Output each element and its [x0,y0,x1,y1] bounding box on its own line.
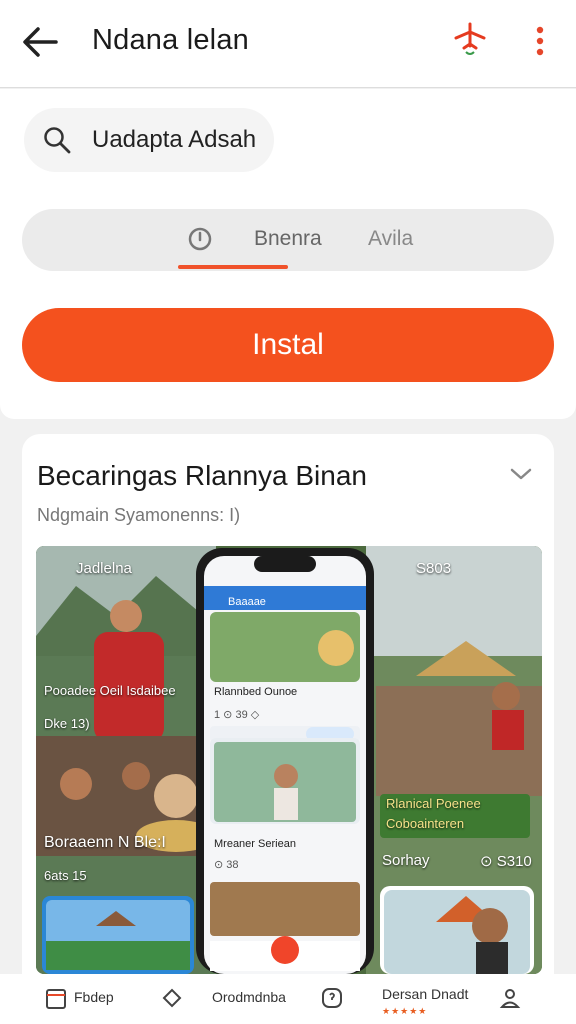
gallery-right-caption-1: Rlanical Poenee [386,796,481,811]
nav-label-dersan-dnadt[interactable]: Dersan Dnadt [382,986,468,1002]
gallery-right-caption-2: Coboainteren [386,816,465,831]
active-tab-indicator [178,265,288,269]
gallery-caption-2: Dke 13) [44,716,90,731]
segment-tabs: Bnenra Avila [22,209,554,271]
search-icon [44,127,71,154]
gallery-illustration [36,546,542,974]
phone-item-1-meta: 1 ⊙ 39 ◇ [214,709,260,721]
search-field[interactable]: Uadapta Adsah [24,108,274,172]
card-title: Becaringas Rlannya Binan [37,460,367,491]
tab-bnenra[interactable]: Bnenra [254,227,322,251]
plane-icon[interactable] [452,20,488,60]
phone-header-label: Baaaae [228,596,266,608]
more-vertical-icon[interactable] [526,22,554,62]
screenshot-gallery[interactable]: Jadlelna Pooadee Oeil Isdaibee Dke 13) B… [36,546,542,974]
gallery-caption-3: Boraaenn N Ble:I [44,834,166,851]
tab-avila[interactable]: Avila [368,227,413,251]
bottom-navigation: Fbdep Orodmdnba Dersan Dnadt ★★★★★ [0,974,576,1024]
phone-item-1-title: Rlannbed Ounoe [214,686,298,698]
nav-label-fbdep[interactable]: Fbdep [74,989,114,1005]
phone-item-2-meta: ⊙ 38 [214,859,239,871]
person-icon[interactable] [498,986,522,1010]
gallery-profile-name: Jadlelna [76,560,132,577]
clock-icon [188,227,212,251]
card-subtitle: Ndgmain Syamonenns: I) [37,505,241,525]
phone-item-2-title: Mreaner Seriean [214,838,296,850]
tag-icon[interactable] [160,986,184,1010]
page-title: Ndana lelan [92,24,249,56]
chevron-down-icon[interactable] [508,464,534,484]
arrow-left-icon[interactable] [18,22,62,62]
gallery-caption-1: Pooadee Oeil Isdaibee [44,683,176,698]
calendar-icon[interactable] [44,986,68,1010]
nav-label-orodmdnba[interactable]: Orodmdnba [212,989,286,1005]
gallery-status-text: S803 [416,560,452,577]
gallery-caption-4: 6ats 15 [44,868,87,883]
gallery-right-caption-4: ⊙ S310 [480,853,532,870]
app-bar: Ndana lelan [0,0,576,88]
rating-stars: ★★★★★ [382,1006,428,1016]
gallery-right-caption-3: Sorhay [382,852,430,869]
search-input[interactable]: Uadapta Adsah [92,126,256,154]
circle-question-icon[interactable] [320,986,344,1010]
install-button[interactable]: Instal [22,308,554,382]
